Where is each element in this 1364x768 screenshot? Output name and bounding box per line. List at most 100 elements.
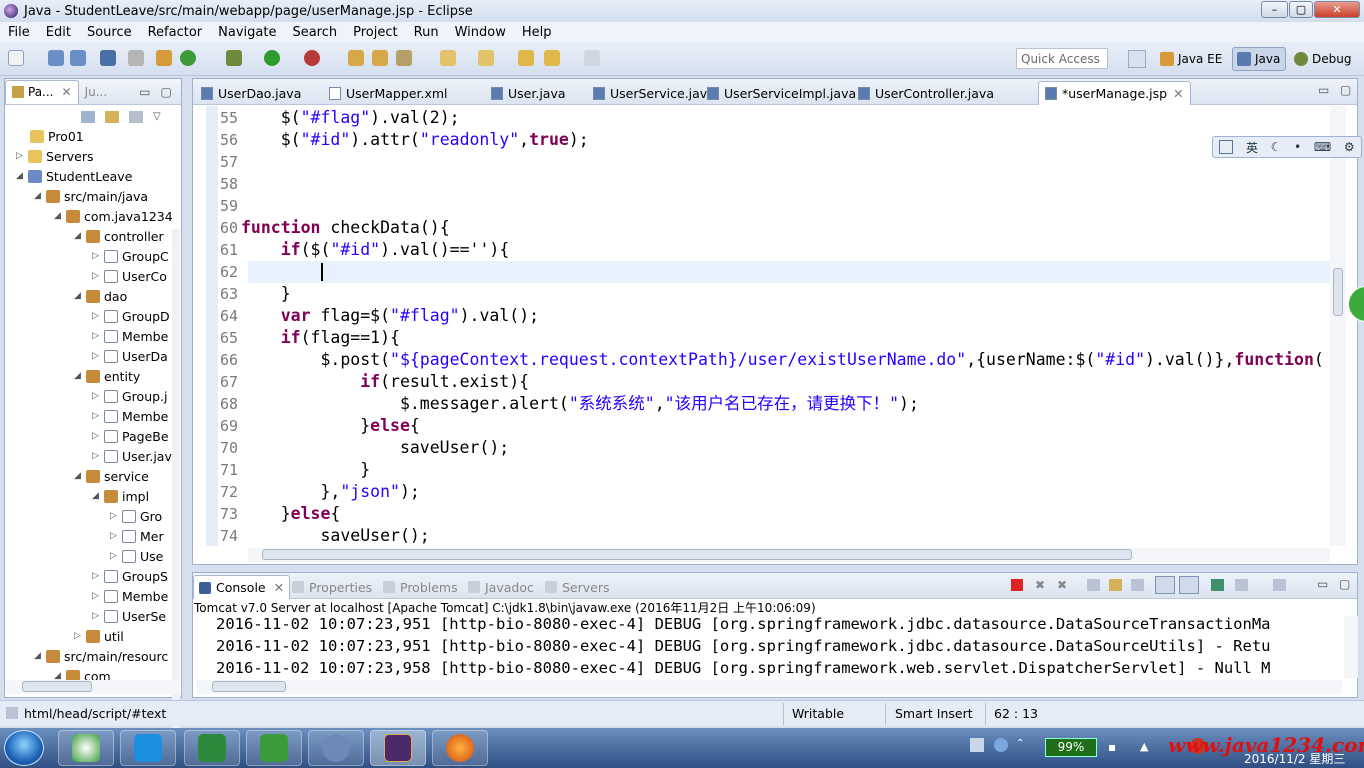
tree-item[interactable]: ▷ Membe (92, 586, 168, 606)
code-line[interactable]: if(result.exist){ (241, 371, 529, 393)
maximize-button[interactable]: ▢ (1289, 1, 1313, 18)
tab-servers[interactable]: Servers (540, 575, 615, 599)
tree-item[interactable]: ▷ Group.j (92, 386, 168, 406)
punctuation-icon[interactable]: • (1294, 140, 1301, 154)
clock-date[interactable]: 2016/11/2 星期三 (1244, 750, 1345, 767)
minimize-button[interactable]: – (1261, 1, 1288, 18)
tray-icon[interactable] (970, 738, 984, 752)
menu-navigate[interactable]: Navigate (210, 25, 284, 40)
editor-tab[interactable]: UserDao.java (195, 81, 307, 105)
refresh-icon[interactable] (180, 50, 196, 66)
close-button[interactable]: ✕ (1314, 1, 1360, 18)
scroll-lock-icon[interactable] (1109, 579, 1122, 591)
expanded-arrow-icon[interactable]: ◢ (92, 491, 102, 501)
tab-junit[interactable]: Ju... (79, 80, 114, 104)
minimize-console-icon[interactable]: ▭ (1317, 577, 1328, 591)
editor-vscrollbar[interactable] (1330, 106, 1346, 546)
collapsed-arrow-icon[interactable]: ▷ (110, 531, 120, 541)
tray-expand-icon[interactable]: ▲ (1140, 740, 1148, 753)
filter-icon[interactable] (129, 111, 143, 123)
maximize-editor-icon[interactable]: ▢ (1340, 83, 1351, 97)
open-perspective-icon[interactable] (1128, 50, 1146, 68)
tree-item[interactable]: ◢ src/main/java (34, 186, 148, 206)
annotation-icon[interactable] (440, 50, 456, 66)
scroll-thumb[interactable] (262, 549, 1132, 560)
tree-item[interactable]: ▷ Mer (110, 526, 164, 546)
last-edit-icon[interactable] (518, 50, 534, 66)
tree-item[interactable]: ▷ Membe (92, 326, 168, 346)
collapsed-arrow-icon[interactable]: ▷ (110, 551, 120, 561)
menu-source[interactable]: Source (79, 25, 140, 40)
open-folder-icon[interactable] (372, 50, 388, 66)
remove-all-icon[interactable]: ✖ (1057, 578, 1067, 592)
code-line[interactable]: $.messager.alert("系统系统","该用户名已存在，请更换下！")… (241, 393, 919, 415)
console-vscrollbar[interactable] (1344, 616, 1358, 678)
clear-console-icon[interactable] (1087, 579, 1100, 591)
moon-icon[interactable]: ☾ (1271, 140, 1282, 154)
taskbar-app-button[interactable] (308, 730, 364, 766)
tab-console[interactable]: Console ✕ (193, 575, 291, 599)
code-line[interactable]: if(flag==1){ (241, 327, 400, 349)
run-icon[interactable] (264, 50, 280, 66)
tab-package-explorer[interactable]: Pa... ✕ (5, 79, 79, 104)
start-button[interactable] (4, 730, 44, 766)
maximize-view-icon[interactable]: ▢ (161, 85, 172, 99)
explorer-hscrollbar[interactable] (6, 680, 180, 694)
tree-item[interactable]: ▷ User.jav (92, 446, 172, 466)
collapsed-arrow-icon[interactable]: ▷ (92, 351, 102, 361)
remove-launch-icon[interactable]: ✖ (1035, 578, 1045, 592)
tray-expand-icon[interactable]: ⌃ (1016, 738, 1024, 749)
tree-item[interactable]: ▷ Use (110, 546, 163, 566)
collapsed-arrow-icon[interactable]: ▷ (92, 571, 102, 581)
close-icon[interactable]: ✕ (62, 85, 72, 99)
power-icon[interactable]: ▪ (1108, 740, 1116, 754)
maximize-console-icon[interactable]: ▢ (1339, 577, 1350, 591)
open-type-icon[interactable] (348, 50, 364, 66)
perspective-java[interactable]: Java (1232, 47, 1286, 71)
terminate-icon[interactable] (1011, 579, 1023, 591)
collapsed-arrow-icon[interactable]: ▷ (92, 271, 102, 281)
editor-tab[interactable]: UserMapper.xml (323, 81, 454, 105)
menu-run[interactable]: Run (406, 25, 447, 40)
tree-item[interactable]: ◢ src/main/resourc (34, 646, 168, 666)
open-console-icon[interactable] (1211, 579, 1224, 591)
tab-problems[interactable]: Problems (378, 575, 463, 599)
pin-console-icon[interactable] (1155, 576, 1175, 594)
battery-indicator[interactable]: 99% (1045, 738, 1097, 757)
tree-item[interactable]: ▷ UserDa (92, 346, 168, 366)
tree-item[interactable]: ◢ service (74, 466, 149, 486)
code-line[interactable]: if($("#id").val()==''){ (241, 239, 510, 261)
back-icon[interactable] (544, 50, 560, 66)
collapsed-arrow-icon[interactable]: ▷ (92, 591, 102, 601)
collapsed-arrow-icon[interactable]: ▷ (92, 391, 102, 401)
tree-item[interactable]: ▷ Servers (16, 146, 94, 166)
tree-item[interactable]: ▷ util (74, 626, 124, 646)
taskbar-app-button[interactable] (120, 730, 176, 766)
collapsed-arrow-icon[interactable]: ▷ (92, 251, 102, 261)
code-line[interactable]: }else{ (241, 415, 420, 437)
ime-language[interactable]: 英 (1246, 139, 1258, 156)
collapsed-arrow-icon[interactable]: ▷ (92, 611, 102, 621)
collapsed-arrow-icon[interactable]: ▷ (92, 451, 102, 461)
expanded-arrow-icon[interactable]: ◢ (34, 191, 44, 201)
tree-item[interactable]: ▷ Membe (92, 406, 168, 426)
expanded-arrow-icon[interactable]: ◢ (16, 171, 26, 181)
tree-item[interactable]: ▷ UserCo (92, 266, 167, 286)
tree-item[interactable]: ▷ GroupD (92, 306, 170, 326)
menu-file[interactable]: File (0, 25, 38, 40)
tree-item[interactable]: ▷ Gro (110, 506, 162, 526)
new-console-icon[interactable] (1273, 579, 1286, 591)
external-tools-icon[interactable] (304, 50, 320, 66)
save-icon[interactable] (48, 50, 64, 66)
code-line[interactable]: } (241, 459, 370, 481)
link-editor-icon[interactable] (105, 111, 119, 123)
scroll-thumb[interactable] (212, 681, 286, 692)
expanded-arrow-icon[interactable]: ◢ (74, 291, 84, 301)
console-hscrollbar[interactable] (196, 680, 1342, 694)
scroll-thumb[interactable] (22, 681, 92, 692)
perspective-debug[interactable]: Debug (1290, 47, 1355, 71)
ime-toolbar[interactable]: 英 ☾ • ⌨ ⚙ (1212, 136, 1362, 158)
perspective-java-ee[interactable]: Java EE (1156, 47, 1226, 71)
editor-tab[interactable]: UserServiceImpl.java (701, 81, 862, 105)
code-line[interactable]: var flag=$("#flag").val(); (241, 305, 539, 327)
